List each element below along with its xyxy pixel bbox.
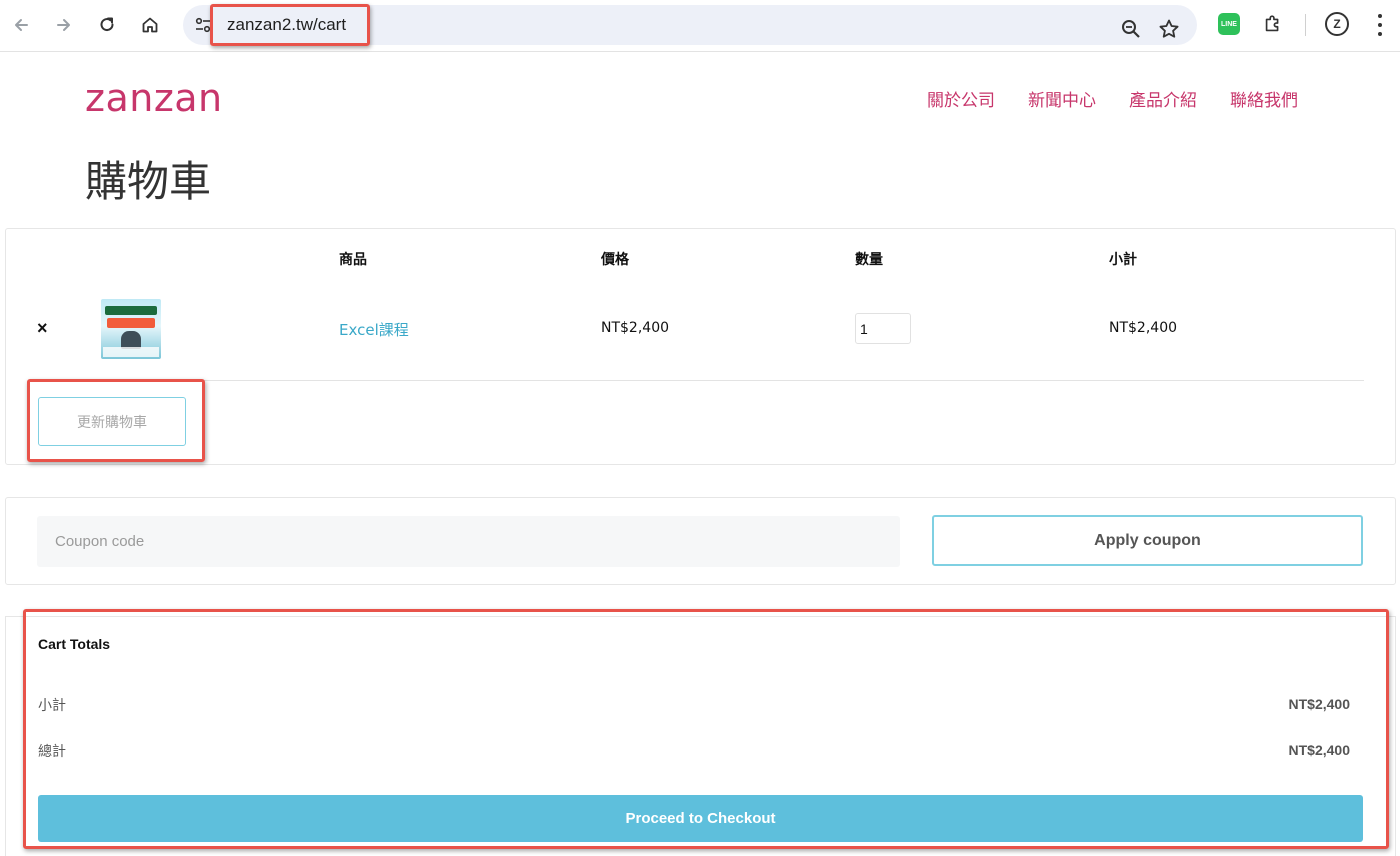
browser-toolbar: zanzan2.tw/cart LINE Z [0,0,1400,52]
profile-avatar[interactable]: Z [1325,12,1349,36]
column-header-price: 價格 [601,252,629,268]
home-button[interactable] [135,10,165,40]
remove-item-icon[interactable]: × [37,318,48,339]
nav-link-about[interactable]: 關於公司 [927,86,995,111]
reload-button[interactable] [92,10,122,40]
extensions-button[interactable] [1261,12,1285,36]
highlight-box [23,609,1389,849]
toolbar-divider [1305,14,1306,36]
line-icon: LINE [1218,13,1240,35]
quantity-input[interactable] [855,313,911,344]
back-button[interactable] [6,10,36,40]
line-extension-button[interactable]: LINE [1217,12,1241,36]
reload-icon [100,17,114,32]
column-header-subtotal: 小計 [1109,252,1137,268]
browser-menu-icon[interactable] [1372,12,1388,38]
nav-link-contact[interactable]: 聯絡我們 [1230,86,1298,111]
puzzle-icon [1265,15,1279,32]
nav-link-news[interactable]: 新聞中心 [1028,86,1096,111]
site-logo[interactable]: zanzan [85,76,223,120]
highlight-box [27,379,205,462]
forward-button[interactable] [49,10,79,40]
page-title: 購物車 [85,157,212,206]
arrow-right-icon [57,19,70,31]
zoom-icon[interactable] [1120,18,1142,40]
product-link[interactable]: Excel課程 [339,319,409,340]
column-header-quantity: 數量 [855,252,883,268]
item-subtotal: NT$2,400 [1109,320,1178,336]
bookmark-star-icon[interactable] [1158,18,1180,40]
item-price: NT$2,400 [601,320,670,336]
home-icon [142,17,158,33]
main-nav: 關於公司 新聞中心 產品介紹 聯絡我們 [927,86,1298,111]
cart-table [5,228,1396,465]
nav-link-products[interactable]: 產品介紹 [1129,86,1197,111]
coupon-code-input[interactable] [37,516,900,567]
excel-course-thumbnail[interactable] [101,299,161,359]
apply-coupon-button[interactable]: Apply coupon [932,515,1363,566]
url-text[interactable]: zanzan2.tw/cart [210,4,370,46]
column-header-product: 商品 [339,252,367,268]
arrow-left-icon [15,19,28,31]
row-divider [37,380,1364,381]
